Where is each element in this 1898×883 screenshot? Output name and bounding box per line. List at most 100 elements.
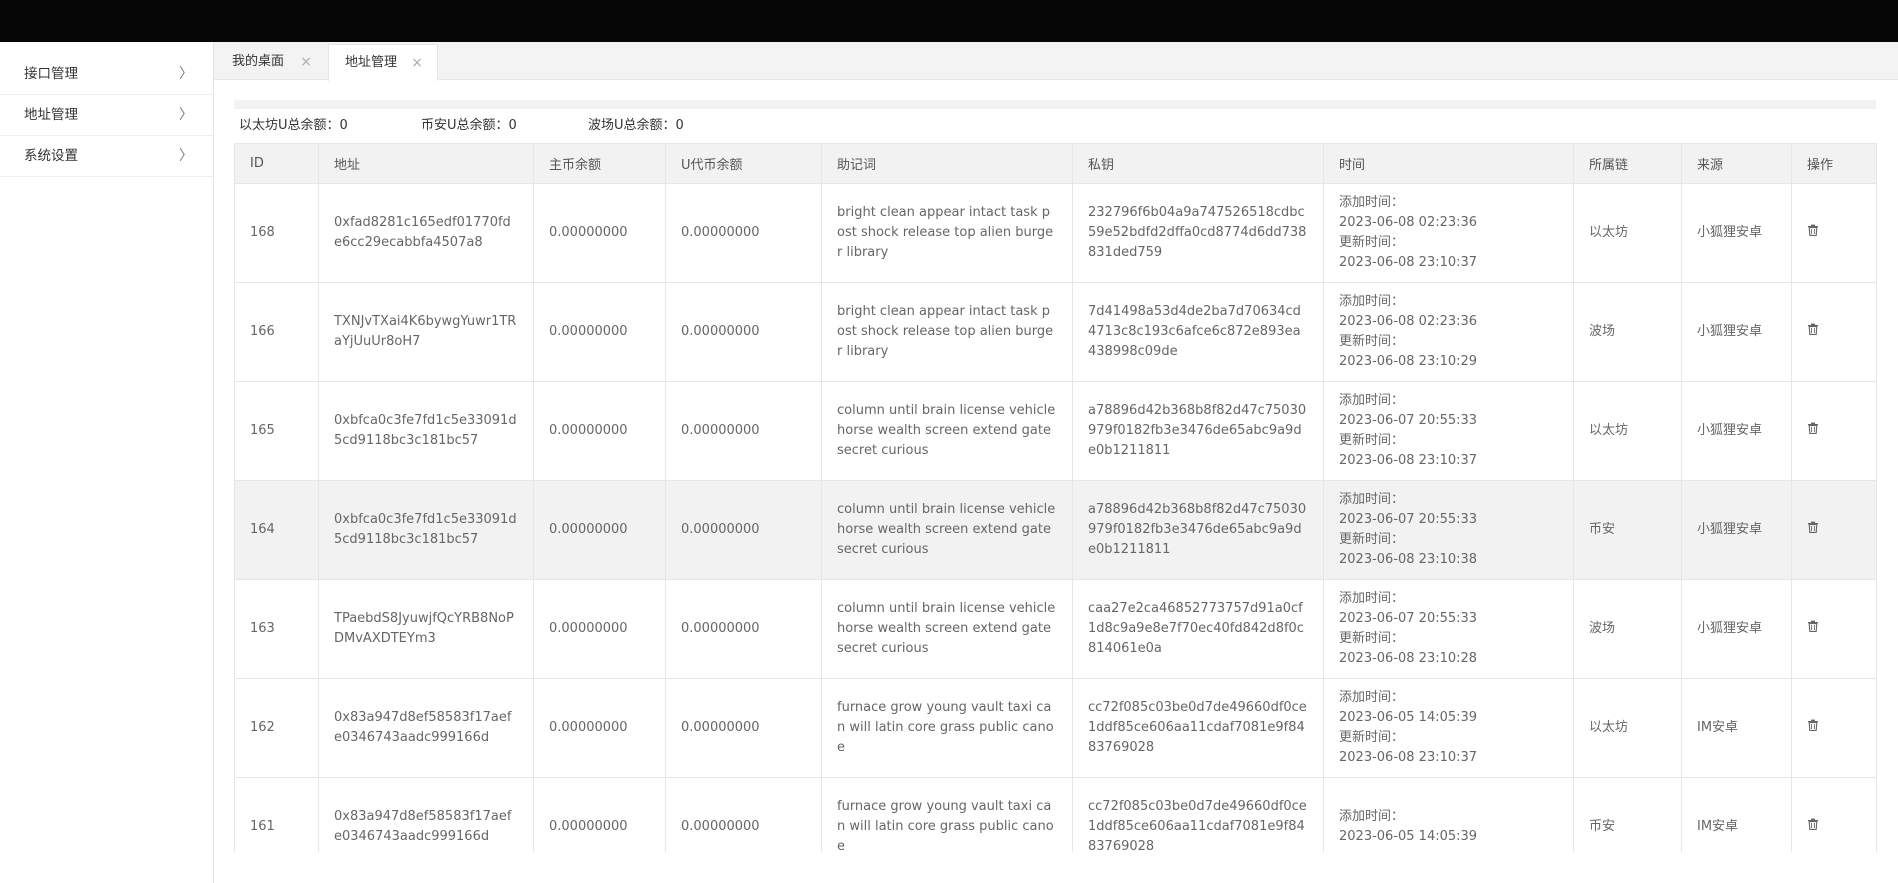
updated-time: 2023-06-08 23:10:29 — [1339, 354, 1478, 369]
trash-icon[interactable] — [1807, 520, 1819, 540]
sidebar-item-settings[interactable]: 系统设置 〉 — [0, 136, 213, 177]
sidebar-item-label: 系统设置 — [24, 148, 78, 164]
sidebar-item-address[interactable]: 地址管理 〉 — [0, 95, 213, 136]
table-body: 168 0xfad8281c165edf01770fde6cc29ecabbfa… — [234, 183, 1877, 877]
chevron-right-icon: 〉 — [179, 148, 193, 164]
column-header: U代币余额 — [665, 143, 822, 184]
cell-main-balance: 0.00000000 — [533, 579, 666, 679]
updated-time-label: 更新时间： — [1339, 730, 1405, 745]
cell-private-key: a78896d42b368b8f82d47c75030979f0182fb3e3… — [1072, 480, 1324, 580]
sidebar-item-label: 接口管理 — [24, 66, 78, 82]
close-icon[interactable]: × — [300, 44, 312, 80]
sidebar-item-api[interactable]: 接口管理 〉 — [0, 54, 213, 95]
updated-time: 2023-06-08 23:10:37 — [1339, 255, 1478, 270]
cell-time: 添加时间： 2023-06-05 14:05:39 更新时间： 2023-06-… — [1323, 678, 1574, 778]
cell-address: 0x83a947d8ef58583f17aefe0346743aadc99916… — [318, 678, 534, 778]
cell-private-key: cc72f085c03be0d7de49660df0ce1ddf85ce606a… — [1072, 678, 1324, 778]
column-header: 助记词 — [821, 143, 1073, 184]
table-row[interactable]: 166 TXNJvTXai4K6bywgYuwr1TRaYjUuUr8oH7 0… — [234, 282, 1877, 382]
close-icon[interactable]: × — [411, 45, 423, 81]
added-time: 2023-06-08 02:23:36 — [1339, 215, 1478, 230]
table-row[interactable]: 162 0x83a947d8ef58583f17aefe0346743aadc9… — [234, 678, 1877, 778]
cell-address: 0xfad8281c165edf01770fde6cc29ecabbfa4507… — [318, 183, 534, 283]
column-header: 时间 — [1323, 143, 1574, 184]
tab-address-management[interactable]: 地址管理 × — [328, 44, 438, 81]
cell-private-key: 7d41498a53d4de2ba7d70634cd4713c8c193c6af… — [1072, 282, 1324, 382]
cell-private-key: a78896d42b368b8f82d47c75030979f0182fb3e3… — [1072, 381, 1324, 481]
cell-source: 小狐狸安卓 — [1681, 381, 1792, 481]
address-table: ID 地址 主币余额 U代币余额 助记词 私钥 时间 所属链 来源 操作 168… — [234, 143, 1877, 877]
table-row[interactable]: 165 0xbfca0c3fe7fd1c5e33091d5cd9118bc3c1… — [234, 381, 1877, 481]
updated-time-label: 更新时间： — [1339, 433, 1405, 448]
cell-address: 0xbfca0c3fe7fd1c5e33091d5cd9118bc3c181bc… — [318, 381, 534, 481]
added-time-label: 添加时间： — [1339, 393, 1405, 408]
cell-actions — [1791, 183, 1877, 283]
cell-token-balance: 0.00000000 — [665, 381, 822, 481]
tab-label: 我的桌面 — [232, 54, 285, 69]
added-time: 2023-06-07 20:55:33 — [1339, 512, 1478, 527]
added-time: 2023-06-07 20:55:33 — [1339, 611, 1478, 626]
cell-chain: 波场 — [1573, 579, 1682, 679]
cell-address: 0xbfca0c3fe7fd1c5e33091d5cd9118bc3c181bc… — [318, 480, 534, 580]
chevron-right-icon: 〉 — [179, 66, 193, 82]
cell-time: 添加时间： 2023-06-08 02:23:36 更新时间： 2023-06-… — [1323, 183, 1574, 283]
trash-icon[interactable] — [1807, 619, 1819, 639]
column-header: ID — [234, 143, 319, 184]
cell-actions — [1791, 480, 1877, 580]
trash-icon[interactable] — [1807, 718, 1819, 738]
cell-id: 165 — [234, 381, 319, 481]
cell-source: 小狐狸安卓 — [1681, 480, 1792, 580]
cell-main-balance: 0.00000000 — [533, 678, 666, 778]
added-time: 2023-06-05 14:05:39 — [1339, 829, 1478, 844]
cell-private-key: 232796f6b04a9a747526518cdbc59e52bdfd2dff… — [1072, 183, 1324, 283]
cell-id: 163 — [234, 579, 319, 679]
added-time-label: 添加时间： — [1339, 690, 1405, 705]
cell-actions — [1791, 678, 1877, 778]
cell-address: TXNJvTXai4K6bywgYuwr1TRaYjUuUr8oH7 — [318, 282, 534, 382]
cell-time: 添加时间： 2023-06-07 20:55:33 更新时间： 2023-06-… — [1323, 480, 1574, 580]
toolbar-strip — [234, 100, 1876, 109]
trash-icon[interactable] — [1807, 421, 1819, 441]
cell-chain: 以太坊 — [1573, 183, 1682, 283]
tab-desktop[interactable]: 我的桌面 × — [216, 44, 326, 80]
added-time-label: 添加时间： — [1339, 809, 1405, 824]
balance-summary: 以太坊U总余额：0 币安U总余额：0 波场U总余额：0 — [234, 109, 1876, 143]
cell-address: TPaebdS8JyuwjfQcYRB8NoPDMvAXDTEYm3 — [318, 579, 534, 679]
cell-main-balance: 0.00000000 — [533, 381, 666, 481]
added-time: 2023-06-05 14:05:39 — [1339, 710, 1478, 725]
sidebar-item-label: 地址管理 — [24, 107, 78, 123]
added-time-label: 添加时间： — [1339, 591, 1405, 606]
updated-time-label: 更新时间： — [1339, 532, 1405, 547]
cell-chain: 波场 — [1573, 282, 1682, 382]
column-header: 所属链 — [1573, 143, 1682, 184]
cell-actions — [1791, 282, 1877, 382]
cell-id: 162 — [234, 678, 319, 778]
added-time: 2023-06-08 02:23:36 — [1339, 314, 1478, 329]
content: 以太坊U总余额：0 币安U总余额：0 波场U总余额：0 ID 地址 主币余额 U… — [234, 100, 1877, 877]
cell-id: 166 — [234, 282, 319, 382]
added-time-label: 添加时间： — [1339, 294, 1405, 309]
cell-main-balance: 0.00000000 — [533, 480, 666, 580]
table-row[interactable]: 164 0xbfca0c3fe7fd1c5e33091d5cd9118bc3c1… — [234, 480, 1877, 580]
trash-icon[interactable] — [1807, 223, 1819, 243]
cell-token-balance: 0.00000000 — [665, 183, 822, 283]
cell-source: 小狐狸安卓 — [1681, 282, 1792, 382]
table-header-row: ID 地址 主币余额 U代币余额 助记词 私钥 时间 所属链 来源 操作 — [234, 143, 1877, 184]
table-row[interactable]: 163 TPaebdS8JyuwjfQcYRB8NoPDMvAXDTEYm3 0… — [234, 579, 1877, 679]
cell-token-balance: 0.00000000 — [665, 678, 822, 778]
cell-chain: 币安 — [1573, 480, 1682, 580]
tab-label: 地址管理 — [345, 55, 398, 70]
updated-time: 2023-06-08 23:10:37 — [1339, 750, 1478, 765]
table-row[interactable]: 168 0xfad8281c165edf01770fde6cc29ecabbfa… — [234, 183, 1877, 283]
cell-chain: 以太坊 — [1573, 678, 1682, 778]
column-header: 主币余额 — [533, 143, 666, 184]
cell-source: IM安卓 — [1681, 678, 1792, 778]
top-bar — [0, 0, 1898, 42]
tron-total-balance: 波场U总余额：0 — [588, 118, 684, 133]
main-area: 我的桌面 × 地址管理 × 以太坊U总余额：0 币安U总余额：0 波场U总余额：… — [214, 42, 1898, 883]
cell-token-balance: 0.00000000 — [665, 480, 822, 580]
cell-time: 添加时间： 2023-06-07 20:55:33 更新时间： 2023-06-… — [1323, 381, 1574, 481]
trash-icon[interactable] — [1807, 817, 1819, 837]
trash-icon[interactable] — [1807, 322, 1819, 342]
cell-mnemonic: furnace grow young vault taxi can will l… — [821, 678, 1073, 778]
